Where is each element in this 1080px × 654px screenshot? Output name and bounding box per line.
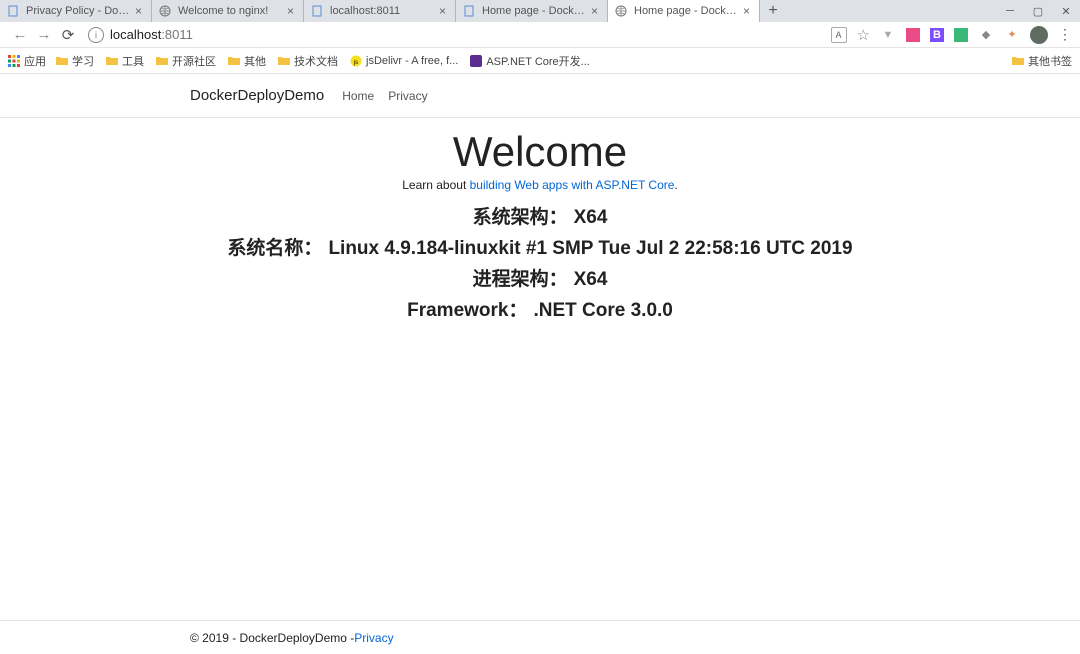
tab-favicon (310, 4, 324, 18)
nav-privacy[interactable]: Privacy (388, 89, 427, 103)
extension-icon[interactable] (906, 28, 920, 42)
bookmark-bar: 应用 学习 工具 开源社区 其他 技术文档 js jsDelivr - A fr… (0, 48, 1080, 74)
bookmark-link[interactable]: js jsDelivr - A free, f... (350, 55, 458, 67)
tab-close-icon[interactable]: × (439, 6, 449, 16)
minimize-button[interactable]: ─ (996, 0, 1024, 22)
info-line-framework: Framework：.NET Core 3.0.0 (0, 295, 1080, 322)
bookmark-folder[interactable]: 其他 (228, 53, 266, 69)
footer-privacy-link[interactable]: Privacy (354, 631, 393, 645)
extension-icon[interactable]: ▼ (880, 27, 896, 43)
footer: © 2019 - DockerDeployDemo - Privacy (0, 620, 1080, 654)
svg-text:js: js (353, 60, 358, 66)
info-line-os: 系统名称：Linux 4.9.184-linuxkit #1 SMP Tue J… (0, 233, 1080, 260)
learn-link[interactable]: building Web apps with ASP.NET Core (470, 178, 675, 192)
apps-button[interactable]: 应用 (8, 53, 46, 69)
tab-title: Home page - DockerDeployD (634, 5, 739, 17)
tab-close-icon[interactable]: × (743, 6, 753, 16)
site-info-icon[interactable]: i (88, 27, 104, 43)
nav-home[interactable]: Home (342, 89, 374, 103)
page-title: Welcome (0, 128, 1080, 176)
tab-favicon (6, 4, 20, 18)
main-content: Welcome Learn about building Web apps wi… (0, 118, 1080, 322)
reload-button[interactable]: ⟳ (56, 23, 80, 47)
folder-icon (56, 55, 68, 67)
address-bar: ← → ⟳ i localhost:8011 A ☆ ▼ B ◆ ✦ ⋮ (0, 22, 1080, 48)
new-tab-button[interactable]: + (760, 0, 786, 22)
bookmark-folder[interactable]: 开源社区 (156, 53, 216, 69)
translate-icon[interactable]: A (831, 27, 847, 43)
brand[interactable]: DockerDeployDemo (190, 87, 324, 104)
back-button[interactable]: ← (8, 23, 32, 47)
tab-title: Home page - DockerDeployD (482, 5, 587, 17)
other-bookmarks[interactable]: 其他书签 (1012, 53, 1072, 69)
folder-icon (1012, 55, 1024, 67)
tab-favicon (462, 4, 476, 18)
extension-icon[interactable]: ✦ (1004, 27, 1020, 43)
menu-button[interactable]: ⋮ (1058, 26, 1072, 43)
browser-tab-2[interactable]: localhost:8011 × (304, 0, 456, 22)
bookmark-folder[interactable]: 学习 (56, 53, 94, 69)
aspnet-icon (470, 55, 482, 67)
app-navbar: DockerDeployDemo Home Privacy (0, 74, 1080, 118)
globe-icon (614, 4, 628, 18)
globe-icon (158, 4, 172, 18)
js-icon: js (350, 55, 362, 67)
browser-tab-0[interactable]: Privacy Policy - DockerDeploy × (0, 0, 152, 22)
apps-label: 应用 (24, 53, 46, 69)
close-button[interactable]: ✕ (1052, 0, 1080, 22)
browser-tab-3[interactable]: Home page - DockerDeployD × (456, 0, 608, 22)
tab-close-icon[interactable]: × (135, 6, 145, 16)
info-line-arch: 系统架构：X64 (0, 202, 1080, 229)
profile-avatar[interactable] (1030, 26, 1048, 44)
folder-icon (278, 55, 290, 67)
browser-tab-4[interactable]: Home page - DockerDeployD × (608, 0, 760, 22)
info-line-proc: 进程架构：X64 (0, 264, 1080, 291)
bookmark-star-icon[interactable]: ☆ (857, 26, 870, 44)
tab-title: Privacy Policy - DockerDeploy (26, 5, 131, 17)
learn-text: Learn about building Web apps with ASP.N… (0, 178, 1080, 192)
url-input[interactable]: i localhost:8011 (88, 25, 823, 45)
maximize-button[interactable]: ▢ (1024, 0, 1052, 22)
folder-icon (106, 55, 118, 67)
tab-close-icon[interactable]: × (591, 6, 601, 16)
folder-icon (156, 55, 168, 67)
window-controls: ─ ▢ ✕ (996, 0, 1080, 22)
extension-icon[interactable]: B (930, 28, 944, 42)
browser-tab-1[interactable]: Welcome to nginx! × (152, 0, 304, 22)
tab-title: Welcome to nginx! (178, 5, 283, 17)
tab-close-icon[interactable]: × (287, 6, 297, 16)
folder-icon (228, 55, 240, 67)
page-content: DockerDeployDemo Home Privacy Welcome Le… (0, 74, 1080, 654)
extension-icon[interactable]: ◆ (978, 27, 994, 43)
bookmark-link[interactable]: ASP.NET Core开发... (470, 53, 590, 69)
tab-title: localhost:8011 (330, 5, 435, 17)
extension-icon[interactable] (954, 28, 968, 42)
forward-button[interactable]: → (32, 23, 56, 47)
bookmark-folder[interactable]: 工具 (106, 53, 144, 69)
tab-bar: Privacy Policy - DockerDeploy × Welcome … (0, 0, 1080, 22)
apps-icon (8, 55, 20, 67)
bookmark-folder[interactable]: 技术文档 (278, 53, 338, 69)
url-text: localhost:8011 (110, 27, 193, 42)
